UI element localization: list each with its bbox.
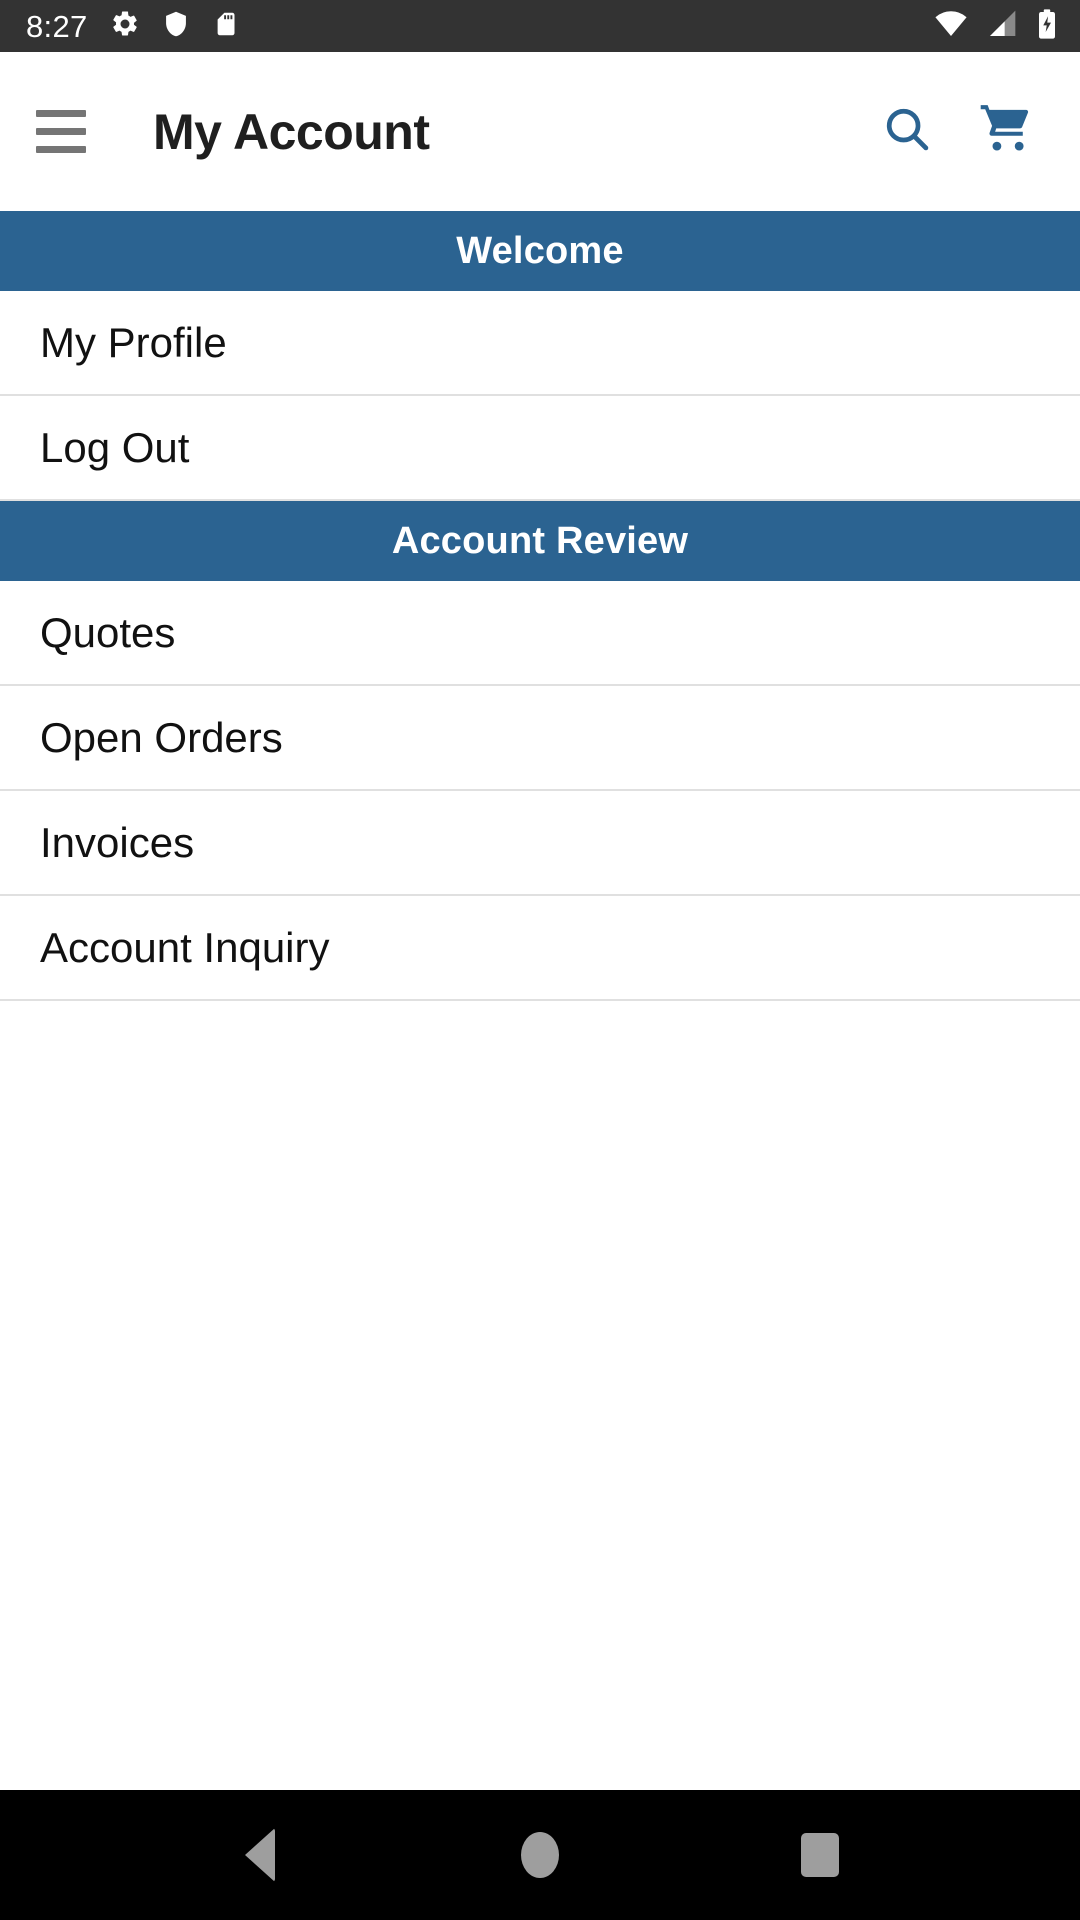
- list-item-my-profile[interactable]: My Profile: [0, 291, 1080, 396]
- status-bar-left: 8:27: [26, 9, 239, 44]
- gear-icon: [110, 9, 140, 44]
- list-item-label: Account Inquiry: [40, 923, 330, 971]
- page-title: My Account: [153, 103, 430, 160]
- home-nav-button[interactable]: [480, 1795, 600, 1915]
- back-nav-icon: [245, 1828, 275, 1882]
- list-item-label: Open Orders: [40, 713, 283, 761]
- back-nav-button[interactable]: [200, 1795, 320, 1915]
- list-item-open-orders[interactable]: Open Orders: [0, 686, 1080, 791]
- search-button[interactable]: [876, 101, 938, 163]
- app-bar-actions: [876, 101, 1052, 163]
- status-bar: 8:27: [0, 0, 1080, 52]
- home-nav-icon: [521, 1832, 559, 1878]
- list-item-log-out[interactable]: Log Out: [0, 396, 1080, 501]
- search-icon: [880, 102, 934, 161]
- list-item-account-inquiry[interactable]: Account Inquiry: [0, 896, 1080, 1001]
- status-bar-right: [934, 8, 1058, 45]
- shopping-cart-icon: [976, 102, 1034, 161]
- wifi-icon: [934, 9, 968, 44]
- shield-icon: [162, 9, 190, 44]
- status-bar-clock: 8:27: [26, 8, 88, 44]
- recents-nav-button[interactable]: [760, 1795, 880, 1915]
- hamburger-menu-icon[interactable]: [32, 108, 90, 156]
- list-item-label: My Profile: [40, 318, 227, 366]
- app-bar: My Account: [0, 52, 1080, 211]
- sd-card-icon: [212, 9, 239, 44]
- list-item-label: Quotes: [40, 608, 176, 656]
- battery-charging-icon: [1036, 8, 1058, 45]
- content-empty-area: [0, 1001, 1080, 1790]
- phone-screen: 8:27 My Account Welcome My Profile Log O…: [0, 0, 1080, 1920]
- section-header-account-review: Account Review: [0, 501, 1080, 581]
- android-navigation-bar: [0, 1790, 1080, 1920]
- list-item-label: Invoices: [40, 818, 195, 866]
- cellular-signal-icon: [986, 9, 1018, 44]
- cart-button[interactable]: [974, 101, 1036, 163]
- list-item-label: Log Out: [40, 423, 190, 471]
- section-header-welcome: Welcome: [0, 211, 1080, 291]
- list-item-quotes[interactable]: Quotes: [0, 581, 1080, 686]
- list-item-invoices[interactable]: Invoices: [0, 791, 1080, 896]
- recents-nav-icon: [801, 1833, 839, 1877]
